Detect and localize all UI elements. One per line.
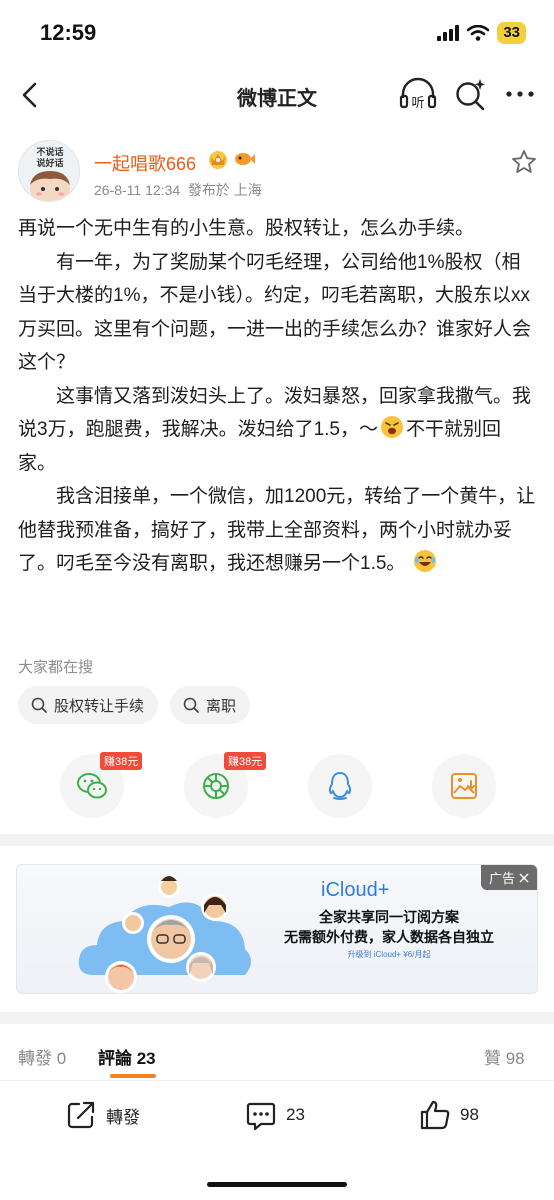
post-paragraph-text: 我含泪接单，一个微信，加1200元，转给了一个黄牛，让他替我预准备，搞好了，我带… [18, 486, 536, 574]
tab-like[interactable]: 贊 98 [484, 1044, 525, 1069]
earn-tag: 赚38元 [224, 752, 267, 770]
like-button[interactable]: 98 [418, 1098, 479, 1132]
thumbs-up-icon [420, 1100, 450, 1130]
post-paragraph: 再说一个无中生有的小生意。股权转让，怎么办手续。 [18, 218, 475, 239]
angry-face-icon [380, 416, 403, 438]
section-divider [0, 1012, 554, 1024]
repost-icon [67, 1101, 95, 1129]
search-chip[interactable]: 股权转让手续 [18, 686, 159, 724]
wechat-icon [77, 773, 107, 799]
avatar-text-line2: 说好话 [36, 157, 63, 169]
avatar-text-line1: 不说话 [36, 146, 63, 158]
icloud-memoji-illustration [78, 876, 252, 993]
interaction-tabs: 轉發 0 評論 23 贊 98 [0, 1034, 554, 1080]
search-icon [31, 697, 47, 713]
wifi-icon [467, 25, 490, 41]
nav-bar: 微博正文 听 [0, 64, 554, 126]
tab-comment[interactable]: 評論 23 [98, 1044, 156, 1069]
status-time: 12:59 [40, 20, 97, 45]
post-body: 再说一个无中生有的小生意。股权转让，怎么办手续。 有一年，为了奖励某个叼毛经理，… [18, 212, 538, 581]
search-chips: 股权转让手续 离职 [18, 686, 251, 724]
ad-banner[interactable]: 广告 iCloud+ 全家共享同一订阅方案 无需额外付费，家人数据各自独立 升级… [16, 864, 538, 994]
fish-badge-icon [235, 153, 255, 165]
search-chip[interactable]: 离职 [170, 686, 251, 724]
crown-badge-icon [209, 151, 227, 169]
comment-count: 23 [286, 1105, 305, 1124]
avatar-image: 不说话 说好话 [19, 141, 79, 201]
ad-subheadline: 无需额外付费，家人数据各自独立 [284, 929, 494, 945]
ad-price-link: 升级到 iCloud+ ¥6/月起 [347, 950, 431, 959]
tab-repost[interactable]: 轉發 0 [18, 1044, 66, 1069]
tab-active-indicator [110, 1074, 156, 1078]
search-heading: 大家都在搜 [18, 659, 94, 676]
repost-button[interactable]: 轉發 [64, 1098, 140, 1132]
save-image-icon [451, 773, 477, 799]
status-bar: 12:59 33 [0, 0, 554, 64]
author-badges [206, 148, 256, 170]
share-qq-button[interactable] [308, 754, 372, 818]
post-paragraph: 这事情又落到泼妇头上了。泼妇暴怒，回家拿我撒气。我说3万，跑腿费，我解决。泼妇给… [18, 380, 538, 481]
search-icon [183, 697, 199, 713]
listen-label: 听 [411, 96, 424, 111]
like-count: 98 [460, 1105, 479, 1124]
star-icon[interactable] [510, 148, 538, 176]
chevron-left-icon[interactable] [14, 78, 48, 112]
avatar[interactable]: 不说话 说好话 [18, 140, 80, 202]
qq-icon [328, 772, 352, 800]
battery-indicator: 33 [497, 22, 526, 44]
ad-title: iCloud+ [321, 879, 390, 901]
home-indicator [207, 1182, 347, 1187]
share-save-image-button[interactable] [432, 754, 496, 818]
ad-headline: 全家共享同一订阅方案 [319, 909, 459, 925]
tears-of-joy-icon [413, 550, 436, 572]
author-name[interactable]: 一起唱歌666 [94, 150, 196, 176]
ad-tag[interactable]: 广告 [480, 865, 537, 890]
moments-icon [203, 773, 229, 799]
repost-label: 轉發 [106, 1107, 140, 1127]
ad-tag-label: 广告 [488, 871, 515, 886]
search-sparkle-icon[interactable] [452, 76, 488, 112]
earn-tag: 赚38元 [100, 752, 143, 770]
post-meta: 26-8-11 12:34 發布於 上海 [94, 182, 262, 198]
search-chip-label: 离职 [206, 697, 237, 715]
bottom-toolbar: 轉發 23 98 [0, 1090, 554, 1150]
cellular-signal-icon [437, 25, 460, 41]
more-dots-icon[interactable] [502, 78, 538, 110]
section-divider [0, 834, 554, 846]
tabs-divider [0, 1080, 554, 1081]
search-chip-label: 股权转让手续 [54, 697, 145, 715]
share-row: 赚38元 赚38元 [60, 752, 500, 818]
post-paragraph: 有一年，为了奖励某个叼毛经理，公司给他1%股权（相当于大楼的1%，不是小钱）。约… [18, 251, 532, 374]
comment-button[interactable]: 23 [244, 1098, 305, 1132]
post-paragraph: 我含泪接单，一个微信，加1200元，转给了一个黄牛，让他替我预准备，搞好了，我带… [18, 480, 538, 581]
headphones-icon[interactable]: 听 [398, 76, 438, 112]
status-indicators: 33 [437, 22, 526, 44]
comment-icon [246, 1102, 276, 1131]
close-icon [519, 872, 529, 883]
